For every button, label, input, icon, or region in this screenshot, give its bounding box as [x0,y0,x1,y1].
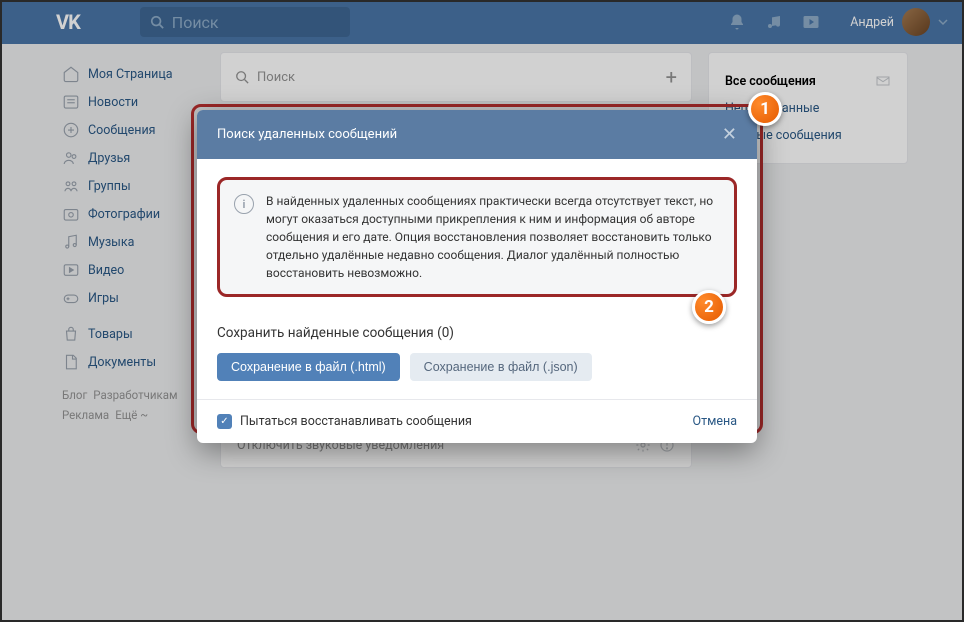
info-icon: i [234,194,254,214]
modal-title: Поиск удаленных сообщений [217,127,397,142]
save-html-button[interactable]: Сохранение в файл (.html) [217,353,400,381]
annotation-callout-1: 1 [748,92,782,126]
annotation-callout-2: 2 [692,290,726,324]
deleted-messages-modal: Поиск удаленных сообщений ✕ i В найденны… [197,110,757,443]
cancel-button[interactable]: Отмена [692,414,737,429]
save-json-button[interactable]: Сохранение в файл (.json) [410,353,592,381]
modal-header: Поиск удаленных сообщений ✕ [197,110,757,159]
info-text: В найденных удаленных сообщениях практич… [266,192,720,282]
restore-checkbox-row[interactable]: ✓ Пытаться восстанавливать сообщения [217,414,472,429]
close-icon[interactable]: ✕ [722,124,737,145]
save-section-title: Сохранить найденные сообщения (0) [217,325,737,341]
info-box-annotation: i В найденных удаленных сообщениях практ… [217,177,737,297]
checkbox-checked-icon: ✓ [217,414,232,429]
